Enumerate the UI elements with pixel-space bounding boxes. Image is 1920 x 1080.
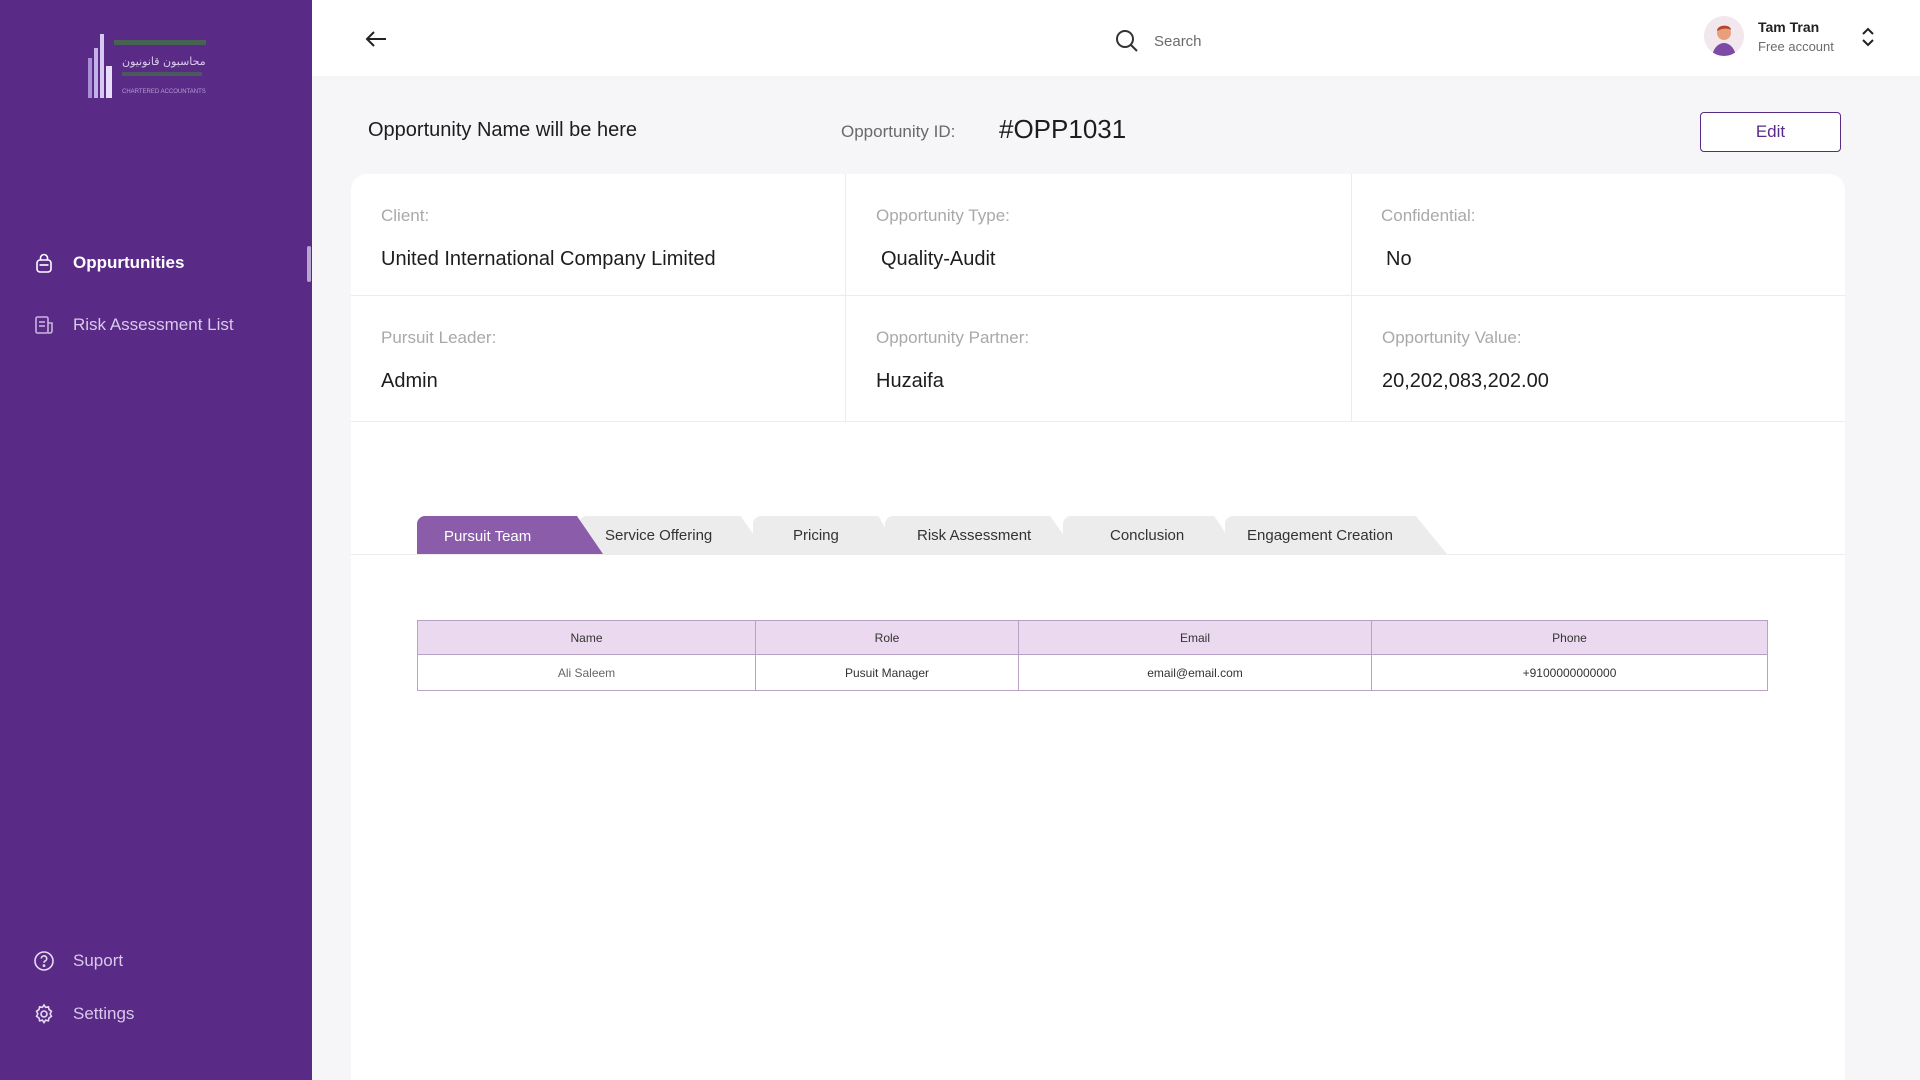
- company-logo[interactable]: محاسبون قانونيون CHARTERED ACCOUNTANTS: [86, 30, 226, 102]
- opportunity-card: Client: United International Company Lim…: [351, 174, 1845, 1080]
- sidebar-item-label: Suport: [73, 951, 124, 970]
- user-name: Tam Tran: [1758, 18, 1820, 35]
- chevron-up-down-icon: [1862, 27, 1874, 47]
- tab-pricing[interactable]: Pricing: [753, 516, 899, 554]
- leader-value: Admin: [381, 370, 438, 392]
- bag-icon: [33, 252, 55, 274]
- tab-label: Pursuit Team: [444, 528, 532, 545]
- pursuit-team-table: Name Role Email Phone Ali Saleem Pusuit …: [417, 620, 1768, 691]
- search-icon: [1116, 30, 1138, 52]
- user-menu-toggle[interactable]: [1860, 26, 1876, 48]
- cell-email: email@email.com: [1018, 654, 1372, 691]
- tab-risk-assessment[interactable]: Risk Assessment: [885, 516, 1077, 554]
- sidebar-item-risk-assessment-list[interactable]: Risk Assessment List: [33, 314, 234, 336]
- opportunity-id: #OPP1031: [999, 114, 1127, 144]
- sidebar-item-label: Risk Assessment List: [73, 315, 234, 334]
- type-label: Opportunity Type:: [876, 206, 1010, 225]
- document-list-icon: [33, 314, 55, 336]
- table-row[interactable]: Ali Saleem Pusuit Manager email@email.co…: [417, 654, 1768, 691]
- active-indicator: [307, 246, 311, 282]
- leader-cell: Pursuit Leader: Admin: [351, 296, 846, 422]
- tab-conclusion[interactable]: Conclusion: [1063, 516, 1239, 554]
- user-info: Tam Tran Free account: [1758, 19, 1834, 54]
- client-value: United International Company Limited: [381, 248, 716, 270]
- sidebar: محاسبون قانونيون CHARTERED ACCOUNTANTS O…: [0, 0, 312, 1080]
- help-circle-icon: [33, 950, 55, 972]
- opportunity-name: Opportunity Name will be here: [368, 119, 638, 141]
- search-bar[interactable]: Search: [1114, 28, 1202, 54]
- gear-icon: [33, 1003, 55, 1025]
- tab-label: Conclusion: [1110, 527, 1185, 544]
- table-header-row: Name Role Email Phone: [417, 620, 1768, 655]
- client-label: Client:: [381, 206, 430, 225]
- logo-arabic-text: محاسبون قانونيون: [122, 55, 206, 68]
- type-cell: Opportunity Type: Quality-Audit: [846, 174, 1352, 296]
- column-header-phone: Phone: [1371, 620, 1768, 655]
- opportunity-id-label: Opportunity ID:: [841, 122, 956, 141]
- sidebar-item-settings[interactable]: Settings: [33, 1003, 134, 1025]
- avatar: [1704, 16, 1744, 56]
- tab-label: Service Offering: [605, 527, 713, 544]
- sidebar-item-label: Oppurtunities: [73, 253, 185, 272]
- logo-subtitle: CHARTERED ACCOUNTANTS: [122, 89, 206, 95]
- sidebar-item-opportunities[interactable]: Oppurtunities: [33, 252, 184, 274]
- partner-value: Huzaifa: [876, 370, 944, 392]
- details-grid: Client: United International Company Lim…: [351, 174, 1845, 422]
- cell-name: Ali Saleem: [417, 654, 756, 691]
- client-cell: Client: United International Company Lim…: [351, 174, 846, 296]
- opportunity-value: 20,202,083,202.00: [1382, 370, 1549, 392]
- search-placeholder[interactable]: Search: [1154, 33, 1202, 50]
- cell-phone: +9100000000000: [1371, 654, 1768, 691]
- tab-divider: [351, 554, 1845, 555]
- tab-pursuit-team[interactable]: Pursuit Team: [417, 516, 603, 554]
- tab-service-offering[interactable]: Service Offering: [579, 516, 767, 554]
- tab-engagement-creation[interactable]: Engagement Creation: [1225, 516, 1447, 554]
- user-menu[interactable]: Tam Tran Free account: [1704, 16, 1834, 56]
- confidential-label: Confidential:: [1381, 206, 1476, 225]
- arrow-left-icon: [365, 31, 386, 47]
- partner-cell: Opportunity Partner: Huzaifa: [846, 296, 1352, 422]
- edit-button[interactable]: Edit: [1700, 112, 1841, 152]
- user-plan: Free account: [1758, 38, 1834, 54]
- value-cell: Opportunity Value: 20,202,083,202.00: [1352, 296, 1845, 422]
- sidebar-item-support[interactable]: Suport: [33, 950, 123, 972]
- column-header-name: Name: [417, 620, 756, 655]
- confidential-cell: Confidential: No: [1352, 174, 1845, 296]
- leader-label: Pursuit Leader:: [381, 328, 497, 347]
- confidential-value: No: [1386, 248, 1412, 270]
- sidebar-item-label: Settings: [73, 1004, 135, 1023]
- tab-label: Risk Assessment: [917, 527, 1032, 544]
- cell-role: Pusuit Manager: [755, 654, 1019, 691]
- partner-label: Opportunity Partner:: [876, 328, 1030, 347]
- tab-label: Pricing: [793, 527, 839, 544]
- tab-label: Engagement Creation: [1247, 527, 1393, 544]
- column-header-role: Role: [755, 620, 1019, 655]
- type-value: Quality-Audit: [881, 248, 996, 270]
- value-label: Opportunity Value:: [1382, 328, 1522, 347]
- back-button[interactable]: [362, 26, 392, 52]
- column-header-email: Email: [1018, 620, 1372, 655]
